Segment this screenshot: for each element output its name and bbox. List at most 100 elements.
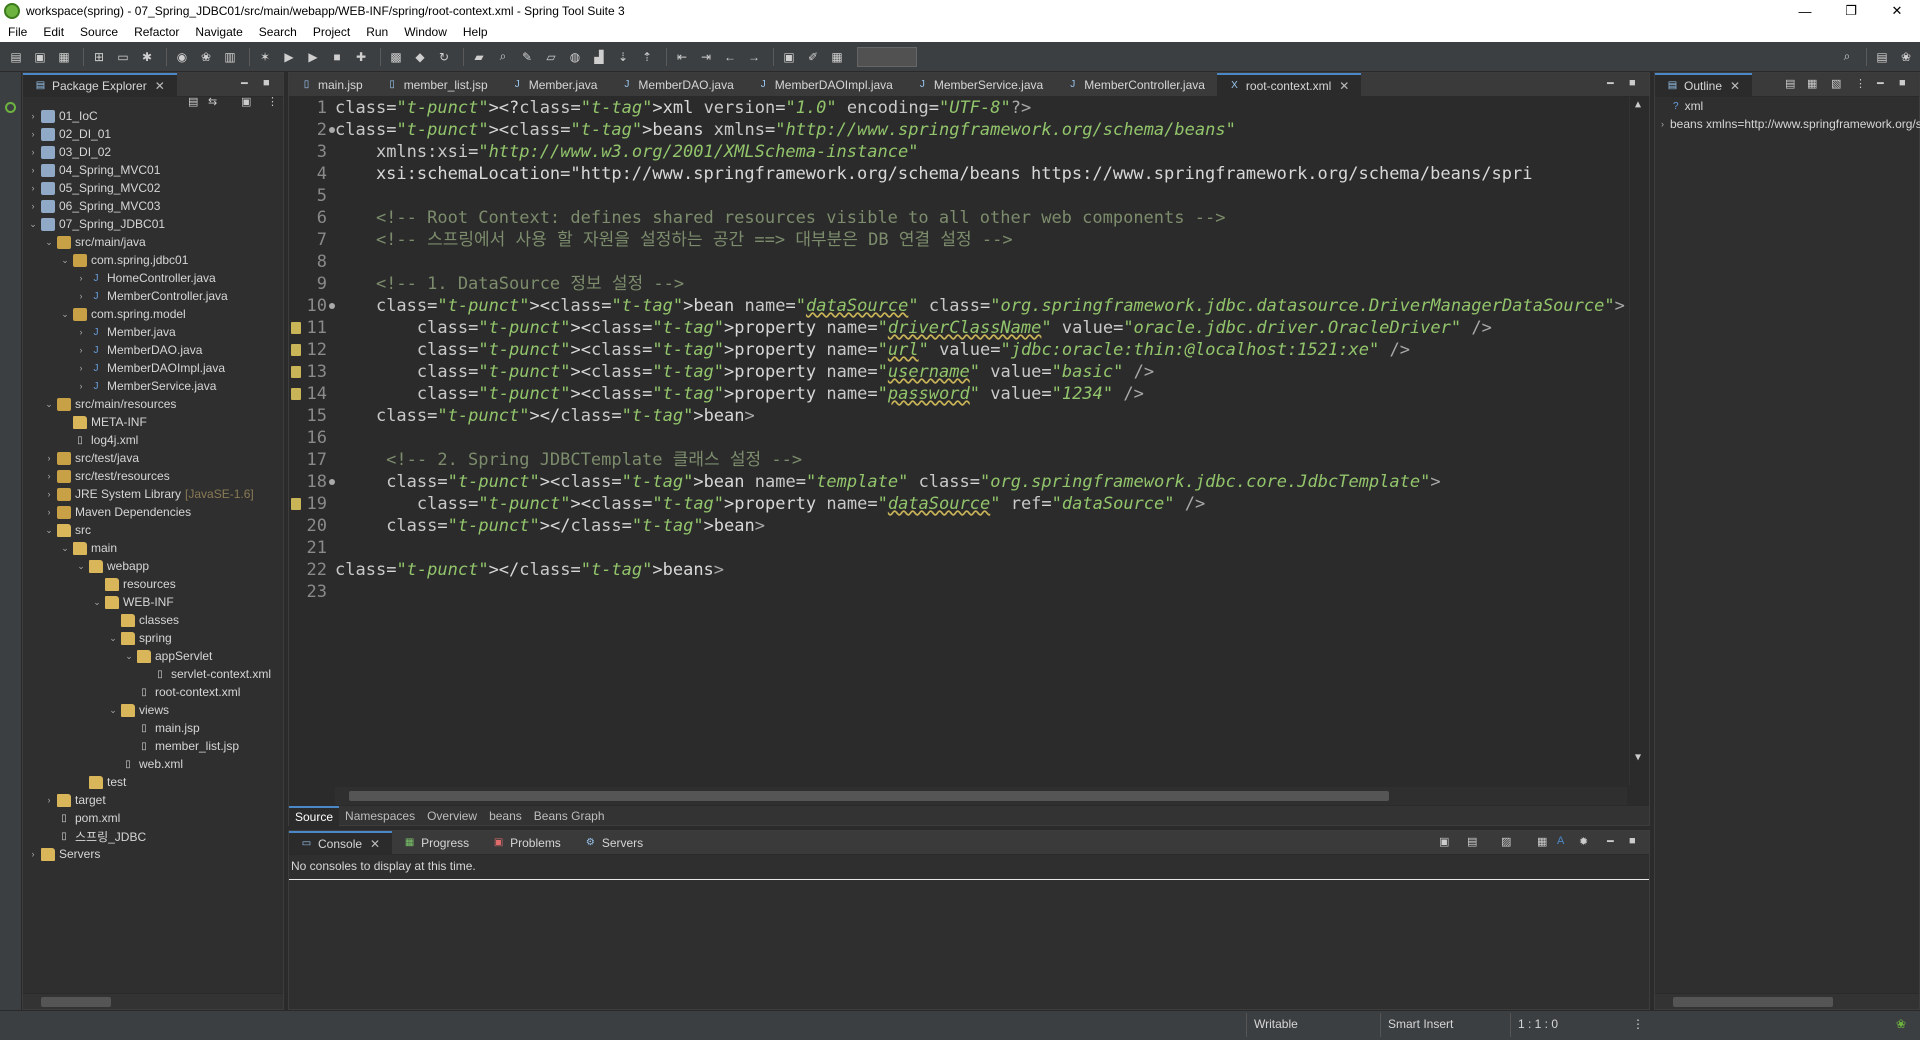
scroll-thumb[interactable] <box>349 791 1389 801</box>
outline-hscrollbar[interactable] <box>1655 993 1919 1009</box>
tree-item[interactable]: › Maven Dependencies <box>23 503 283 521</box>
menu-project[interactable]: Project <box>305 25 358 39</box>
code-line[interactable]: class="t-punct"></class="t-tag">beans> <box>335 559 1627 581</box>
xml-editor[interactable]: 1 2 3 4 5 6 7 8 9 10 11 12 13 14 15 16 17 18 19 20 21 22 23 cl… <box>289 97 1649 785</box>
close-icon[interactable]: ✕ <box>370 837 380 851</box>
tree-item[interactable]: › 03_DI_02 <box>23 143 283 161</box>
sort-icon[interactable]: ▦ <box>1807 77 1817 90</box>
display-console-icon[interactable]: ▣ <box>1439 835 1449 848</box>
tree-item[interactable]: › J Member.java <box>23 323 283 341</box>
minimize-button[interactable]: — <box>1782 0 1828 22</box>
close-icon[interactable]: ✕ <box>1730 79 1740 93</box>
scroll-thumb[interactable] <box>41 997 111 1007</box>
filter-icon[interactable]: ▧ <box>1831 77 1841 90</box>
close-button[interactable]: ✕ <box>1874 0 1920 22</box>
tree-item[interactable]: › J MemberController.java <box>23 287 283 305</box>
tab-progress[interactable]: ▦ Progress <box>392 831 481 854</box>
chevron-right-icon[interactable]: › <box>27 165 39 175</box>
maximize-icon[interactable]: ■ <box>1629 835 1636 847</box>
tree-item[interactable]: ⌄ main <box>23 539 283 557</box>
scroll-up-icon[interactable]: ▲ <box>1635 99 1641 110</box>
chevron-right-icon[interactable]: › <box>27 129 39 139</box>
code-line[interactable]: class="t-punct"><class="t-tag">bean name… <box>335 295 1627 317</box>
open-folder-icon[interactable]: ▰ <box>469 47 489 67</box>
chevron-down-icon[interactable]: ⌄ <box>107 705 119 716</box>
minimize-icon[interactable]: ━ <box>1877 77 1884 90</box>
code-line[interactable]: <!-- 2. Spring JDBCTemplate 클래스 설정 --> <box>335 449 1627 471</box>
tree-item[interactable]: ⌄ webapp <box>23 557 283 575</box>
code-line[interactable] <box>335 185 1627 207</box>
new-package-icon[interactable]: ▩ <box>386 47 406 67</box>
maximize-button[interactable]: ❐ <box>1828 0 1874 22</box>
tree-item[interactable]: ⌄ WEB-INF <box>23 593 283 611</box>
word-wrap-icon[interactable]: A <box>1557 835 1564 847</box>
coverage-icon[interactable]: ▶ <box>303 47 323 67</box>
tree-item[interactable]: ⌄ com.spring.model <box>23 305 283 323</box>
last-edit-icon[interactable]: ⇤ <box>672 47 692 67</box>
warning-marker-icon[interactable] <box>291 388 301 400</box>
outline-item-beans[interactable]: › beans xmlns=http://www.springframework… <box>1655 115 1920 133</box>
menu-navigate[interactable]: Navigate <box>187 25 250 39</box>
code-line[interactable]: xsi:schemaLocation="http://www.springfra… <box>335 163 1627 185</box>
perspective-icon[interactable]: ▤ <box>1872 47 1892 67</box>
save-icon[interactable]: ▣ <box>30 47 50 67</box>
stop-icon[interactable]: ■ <box>327 47 347 67</box>
chevron-down-icon[interactable]: ⌄ <box>43 525 55 536</box>
boot-dashboard-icon[interactable]: ◉ <box>172 47 192 67</box>
tree-item[interactable]: ⌄ views <box>23 701 283 719</box>
tree-item[interactable]: ▯ log4j.xml <box>23 431 283 449</box>
warning-marker-icon[interactable] <box>291 344 301 356</box>
pen-icon[interactable]: ✎ <box>517 47 537 67</box>
editor-tab[interactable]: J MemberService.java <box>905 73 1055 96</box>
tree-item[interactable]: ⌄ appServlet <box>23 647 283 665</box>
globe-icon[interactable]: ◍ <box>565 47 585 67</box>
pin-console-icon[interactable]: ▤ <box>1467 835 1477 848</box>
tree-item[interactable]: › J MemberService.java <box>23 377 283 395</box>
chevron-down-icon[interactable]: ⌄ <box>123 651 135 662</box>
debug-run-icon[interactable]: ✶ <box>255 47 275 67</box>
chevron-down-icon[interactable]: ⌄ <box>75 561 87 572</box>
copy-icon[interactable]: ▦ <box>1537 835 1547 848</box>
chevron-right-icon[interactable]: › <box>27 147 39 157</box>
chevron-down-icon[interactable]: ⌄ <box>27 219 39 230</box>
save-all-icon[interactable]: ▦ <box>54 47 74 67</box>
chevron-down-icon[interactable]: ⌄ <box>91 597 103 608</box>
status-menu-icon[interactable]: ⋮ <box>1632 1017 1644 1031</box>
code-line[interactable] <box>335 537 1627 559</box>
code-line[interactable] <box>335 427 1627 449</box>
spring-status-icon[interactable]: ❀ <box>1896 1017 1906 1031</box>
grid-icon[interactable]: ▦ <box>827 47 847 67</box>
tree-item[interactable]: ⌄ src/main/resources <box>23 395 283 413</box>
warning-marker-icon[interactable] <box>291 322 301 334</box>
tree-item[interactable]: resources <box>23 575 283 593</box>
tree-item[interactable]: › JRE System Library [JavaSE-1.6] <box>23 485 283 503</box>
chevron-right-icon[interactable]: › <box>27 201 39 211</box>
menu-run[interactable]: Run <box>358 25 396 39</box>
search-file-icon[interactable]: ⌕ <box>493 47 513 67</box>
minimize-icon[interactable]: ━ <box>1607 835 1614 848</box>
tab-outline[interactable]: ▤ Outline ✕ <box>1655 73 1753 96</box>
open-task-icon[interactable]: ▱ <box>541 47 561 67</box>
tab-servers[interactable]: ⚙ Servers <box>573 831 655 854</box>
code-line[interactable]: class="t-punct"><class="t-tag">property … <box>335 493 1627 515</box>
tree-item[interactable]: › 05_Spring_MVC02 <box>23 179 283 197</box>
tree-item[interactable]: ▯ servlet-context.xml <box>23 665 283 683</box>
code-line[interactable]: class="t-punct"><class="t-tag">bean name… <box>335 471 1627 493</box>
code-line[interactable]: class="t-punct"></class="t-tag">bean> <box>335 515 1627 537</box>
chevron-down-icon[interactable]: ⌄ <box>43 237 55 248</box>
code-line[interactable]: class="t-punct"><?class="t-tag">xml vers… <box>335 97 1627 119</box>
tab-console[interactable]: ▭ Console ✕ <box>289 831 393 854</box>
view-menu-icon[interactable]: ⋮ <box>1855 77 1866 90</box>
code-line[interactable]: <!-- 1. DataSource 정보 설정 --> <box>335 273 1627 295</box>
tree-item[interactable]: › J HomeController.java <box>23 269 283 287</box>
chevron-right-icon[interactable]: › <box>43 507 55 517</box>
menu-window[interactable]: Window <box>396 25 455 39</box>
tree-item[interactable]: ▯ root-context.xml <box>23 683 283 701</box>
new-class-icon[interactable]: ◆ <box>410 47 430 67</box>
chevron-right-icon[interactable]: › <box>43 471 55 481</box>
minimize-icon[interactable]: ━ <box>1607 77 1614 90</box>
tree-item[interactable]: › Servers <box>23 845 283 863</box>
tab-problems[interactable]: ▣ Problems <box>481 831 573 854</box>
next-edit-icon[interactable]: ⇥ <box>696 47 716 67</box>
code-line[interactable]: class="t-punct"></class="t-tag">bean> <box>335 405 1627 427</box>
